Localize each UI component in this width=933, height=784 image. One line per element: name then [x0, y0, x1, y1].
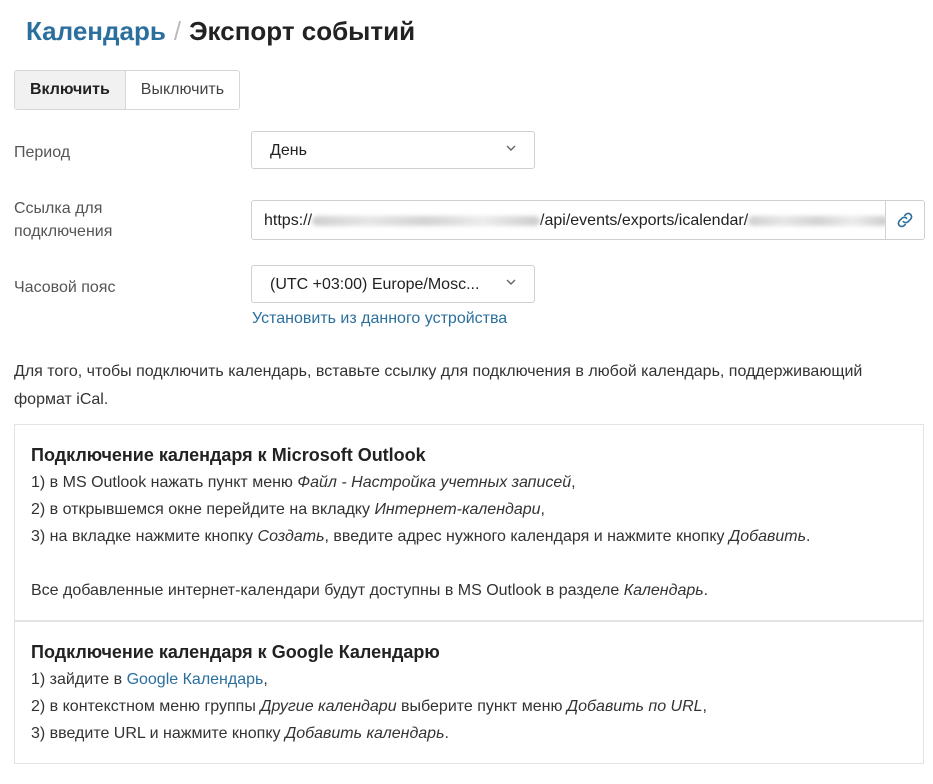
outlook-step-3: 3) на вкладке нажмите кнопку Создать, вв…: [31, 528, 811, 545]
google-calendar-link[interactable]: Google Календарь: [127, 671, 264, 688]
outlook-step-1: 1) в MS Outlook нажать пункт меню Файл -…: [31, 474, 576, 491]
copy-link-button[interactable]: [885, 201, 924, 239]
set-from-device-link[interactable]: Установить из данного устройства: [252, 310, 507, 328]
google-step-1: 1) зайдите в Google Календарь,: [31, 671, 268, 688]
period-value: День: [270, 142, 307, 159]
page-title: Календарь / Экспорт событий: [26, 16, 415, 47]
outlook-title: Подключение календаря к Microsoft Outloo…: [31, 445, 426, 465]
outlook-note: Все добавленные интернет-календари будут…: [31, 582, 709, 599]
export-toggle: Включить Выключить: [14, 70, 241, 110]
period-label: Период: [14, 144, 71, 161]
link-label-line2: подключения: [14, 223, 113, 240]
chevron-down-icon: [506, 279, 516, 285]
connection-link-field[interactable]: https:// /api/events/exports/icalendar/: [251, 200, 925, 240]
chevron-down-icon: [506, 145, 516, 151]
breadcrumb-separator: /: [173, 16, 182, 46]
timezone-select[interactable]: (UTC +03:00) Europe/Mosc...: [251, 265, 535, 303]
google-step-2: 2) в контекстном меню группы Другие кале…: [31, 698, 707, 715]
instructions-intro: Для того, чтобы подключить календарь, вс…: [14, 363, 863, 408]
link-path: /api/events/exports/icalendar/: [540, 212, 749, 229]
period-select[interactable]: День: [251, 131, 535, 169]
link-icon: [897, 212, 913, 228]
link-prefix: https://: [264, 212, 313, 229]
google-panel: Подключение календаря к Google Календарю…: [14, 621, 924, 764]
redacted-token: [748, 216, 889, 226]
breadcrumb-calendar-link[interactable]: Календарь: [26, 16, 166, 46]
google-step-3: 3) введите URL и нажмите кнопку Добавить…: [31, 725, 449, 742]
link-label: Ссылка для подключения: [14, 197, 112, 243]
disable-button[interactable]: Выключить: [125, 71, 240, 109]
google-title: Подключение календаря к Google Календарю: [31, 642, 440, 662]
enable-button[interactable]: Включить: [15, 71, 126, 109]
timezone-label: Часовой пояс: [14, 279, 116, 296]
outlook-step-2: 2) в открывшемся окне перейдите на вклад…: [31, 501, 545, 518]
breadcrumb-current: Экспорт событий: [189, 16, 416, 46]
outlook-panel: Подключение календаря к Microsoft Outloo…: [14, 424, 924, 621]
timezone-value: (UTC +03:00) Europe/Mosc...: [270, 276, 480, 293]
link-label-line1: Ссылка для: [14, 200, 103, 217]
redacted-host: [312, 216, 541, 226]
